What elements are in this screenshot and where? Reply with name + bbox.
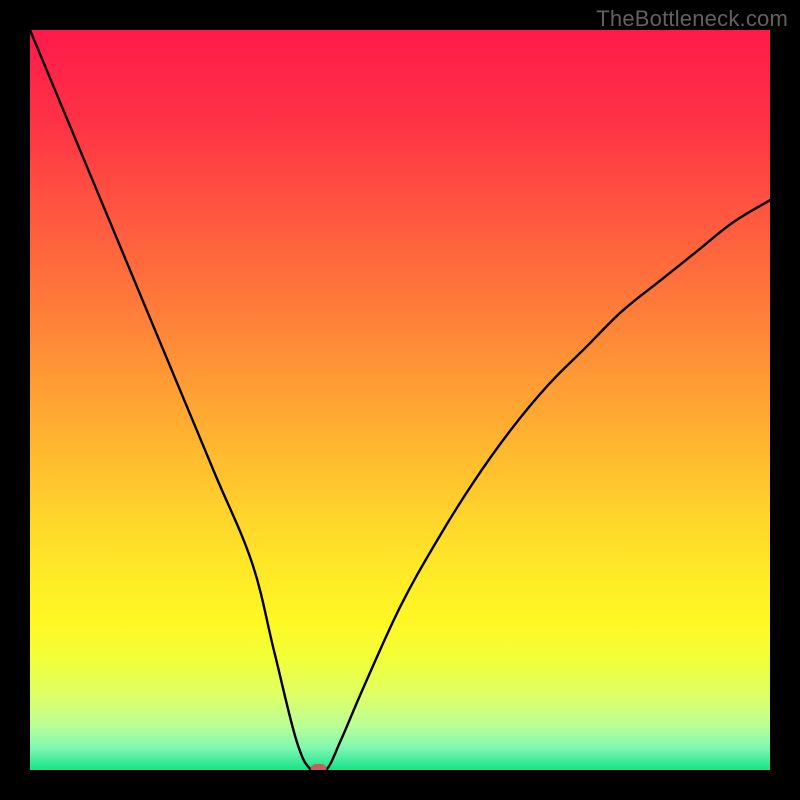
gradient-background (30, 30, 770, 770)
chart-frame: TheBottleneck.com (0, 0, 800, 800)
watermark-text: TheBottleneck.com (596, 6, 788, 32)
plot-area (30, 30, 770, 770)
chart-svg (30, 30, 770, 770)
optimum-marker (311, 764, 327, 770)
